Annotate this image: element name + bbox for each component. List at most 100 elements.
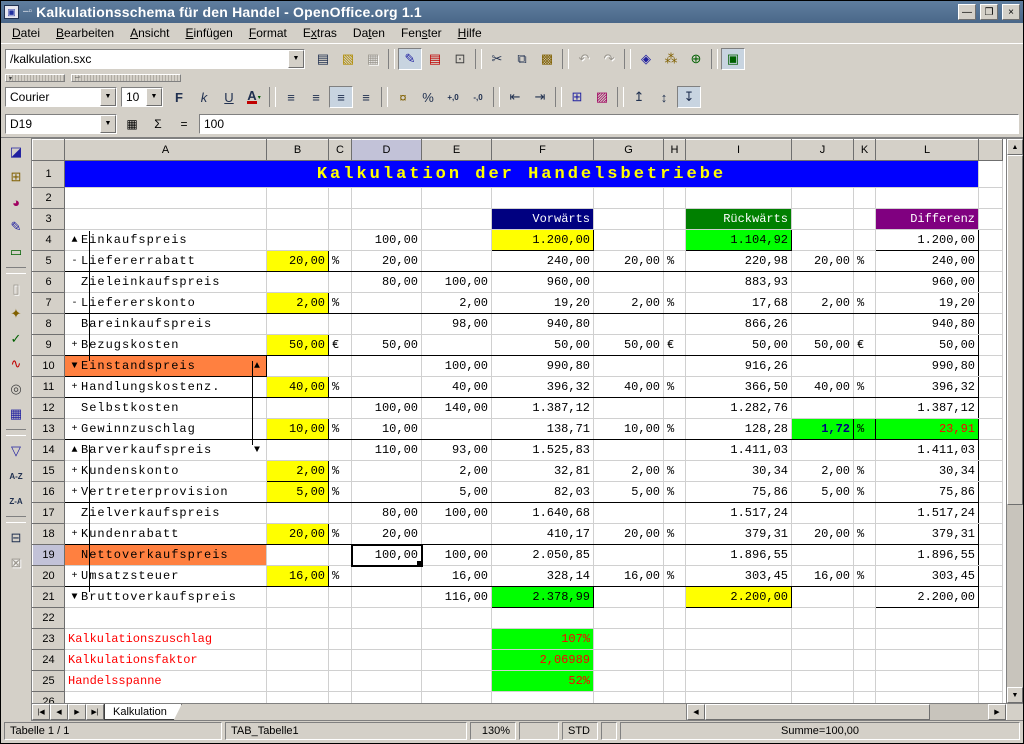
cell-A16[interactable]: +Vertreterprovision xyxy=(65,482,267,503)
cell-D15[interactable] xyxy=(352,461,422,482)
row-header-11[interactable]: 11 xyxy=(33,377,65,398)
cell-J26[interactable] xyxy=(792,692,854,704)
cell-H24[interactable] xyxy=(664,650,686,671)
cell-A18[interactable]: +Kundenrabatt xyxy=(65,524,267,545)
menu-bearbeiten[interactable]: Bearbeiten xyxy=(49,24,121,42)
cell-K3[interactable] xyxy=(854,209,876,230)
cell-I22[interactable] xyxy=(686,608,792,629)
col-header-A[interactable]: A xyxy=(65,140,267,161)
cell-H11[interactable]: % xyxy=(664,377,686,398)
cell-G11[interactable]: 40,00 xyxy=(594,377,664,398)
cell-H10[interactable] xyxy=(664,356,686,377)
cell-G14[interactable] xyxy=(594,440,664,461)
cell-D21[interactable] xyxy=(352,587,422,608)
cell-M11[interactable] xyxy=(979,377,1003,398)
align-center-button[interactable]: ≡ xyxy=(304,86,328,108)
cell-A11[interactable]: +Handlungskostenz. xyxy=(65,377,267,398)
sort-ascending-icon[interactable]: A-Z xyxy=(4,464,28,488)
cell-M23[interactable] xyxy=(979,629,1003,650)
cell-F5[interactable]: 240,00 xyxy=(492,251,594,272)
formula-input-line[interactable]: 100 xyxy=(199,114,1019,134)
insert-frame-icon[interactable]: ▯ xyxy=(4,277,28,301)
menu-ansicht[interactable]: Ansicht xyxy=(123,24,176,42)
row-header-25[interactable]: 25 xyxy=(33,671,65,692)
cell-A15[interactable]: +Kundenskonto xyxy=(65,461,267,482)
cell-A2[interactable] xyxy=(65,188,267,209)
sheet-tab-kalkulation[interactable]: Kalkulation xyxy=(104,704,182,720)
cell-H23[interactable] xyxy=(664,629,686,650)
currency-format-button[interactable]: ¤ xyxy=(391,86,415,108)
cell-C14[interactable] xyxy=(329,440,352,461)
cell-L15[interactable]: 30,34 xyxy=(876,461,979,482)
cell-G7[interactable]: 2,00 xyxy=(594,293,664,314)
cell-M24[interactable] xyxy=(979,650,1003,671)
hyperlink-bar-handle[interactable]: ‒▫ xyxy=(71,74,181,82)
align-bottom-button[interactable]: ↧ xyxy=(677,86,701,108)
align-left-button[interactable]: ≡ xyxy=(279,86,303,108)
horizontal-scrollbar[interactable]: ◀ ▶ xyxy=(686,704,1006,720)
cell-B12[interactable] xyxy=(267,398,329,419)
cell-E16[interactable]: 5,00 xyxy=(422,482,492,503)
cell-G4[interactable] xyxy=(594,230,664,251)
cell-G24[interactable] xyxy=(594,650,664,671)
cell-E19[interactable]: 100,00 xyxy=(422,545,492,566)
cell-K14[interactable] xyxy=(854,440,876,461)
maximize-button[interactable]: ❐ xyxy=(980,4,998,20)
cell-D7[interactable] xyxy=(352,293,422,314)
cell-B19[interactable] xyxy=(267,545,329,566)
cell-G23[interactable] xyxy=(594,629,664,650)
cell-D11[interactable] xyxy=(352,377,422,398)
cell-L12[interactable]: 1.387,12 xyxy=(876,398,979,419)
cell-L16[interactable]: 75,86 xyxy=(876,482,979,503)
cell-H20[interactable]: % xyxy=(664,566,686,587)
cell-D13[interactable]: 10,00 xyxy=(352,419,422,440)
themes-icon[interactable]: ✦ xyxy=(4,302,28,326)
cell-K15[interactable]: % xyxy=(854,461,876,482)
cell-J2[interactable] xyxy=(792,188,854,209)
cell-L22[interactable] xyxy=(876,608,979,629)
cell-L9[interactable]: 50,00 xyxy=(876,335,979,356)
draw-functions-icon[interactable]: ✎ xyxy=(4,215,28,239)
align-top-button[interactable]: ↥ xyxy=(627,86,651,108)
cell-M13[interactable] xyxy=(979,419,1003,440)
cell-I17[interactable]: 1.517,24 xyxy=(686,503,792,524)
decrease-indent-button[interactable]: ⇤ xyxy=(503,86,527,108)
cell-G5[interactable]: 20,00 xyxy=(594,251,664,272)
cell-C4[interactable] xyxy=(329,230,352,251)
url-dropdown-icon[interactable]: ▼ xyxy=(288,50,304,68)
col-header-K[interactable]: K xyxy=(854,140,876,161)
cell-D24[interactable] xyxy=(352,650,422,671)
cell-F15[interactable]: 32,81 xyxy=(492,461,594,482)
cell-H2[interactable] xyxy=(664,188,686,209)
edit-file-icon[interactable]: ✎ xyxy=(398,48,422,70)
cell-C12[interactable] xyxy=(329,398,352,419)
cell-J25[interactable] xyxy=(792,671,854,692)
cell-E14[interactable]: 93,00 xyxy=(422,440,492,461)
cell-C21[interactable] xyxy=(329,587,352,608)
cell-C10[interactable] xyxy=(329,356,352,377)
font-color-button[interactable]: A▾ xyxy=(242,86,266,108)
cell-H13[interactable]: % xyxy=(664,419,686,440)
cell-L3[interactable]: Differenz xyxy=(876,209,979,230)
insert-object-icon[interactable]: ◪ xyxy=(4,140,28,164)
row-header-10[interactable]: 10 xyxy=(33,356,65,377)
cell-F24[interactable]: 2,06989 xyxy=(492,650,594,671)
cell-M6[interactable] xyxy=(979,272,1003,293)
cell-F20[interactable]: 328,14 xyxy=(492,566,594,587)
vertical-scrollbar-thumb[interactable] xyxy=(1007,155,1023,505)
cell-I26[interactable] xyxy=(686,692,792,704)
cell-B11[interactable]: 40,00 xyxy=(267,377,329,398)
data-sources-icon[interactable]: ⊕ xyxy=(684,48,708,70)
cell-H19[interactable] xyxy=(664,545,686,566)
cell-E17[interactable]: 100,00 xyxy=(422,503,492,524)
cell-I11[interactable]: 366,50 xyxy=(686,377,792,398)
cell-I5[interactable]: 220,98 xyxy=(686,251,792,272)
cell-A25[interactable]: Handelsspanne xyxy=(65,671,267,692)
cell-E11[interactable]: 40,00 xyxy=(422,377,492,398)
previous-sheet-button[interactable]: ◀ xyxy=(50,704,68,720)
cell-G9[interactable]: 50,00 xyxy=(594,335,664,356)
cell-G15[interactable]: 2,00 xyxy=(594,461,664,482)
cell-M26[interactable] xyxy=(979,692,1003,704)
col-header-F[interactable]: F xyxy=(492,140,594,161)
cell-J10[interactable] xyxy=(792,356,854,377)
